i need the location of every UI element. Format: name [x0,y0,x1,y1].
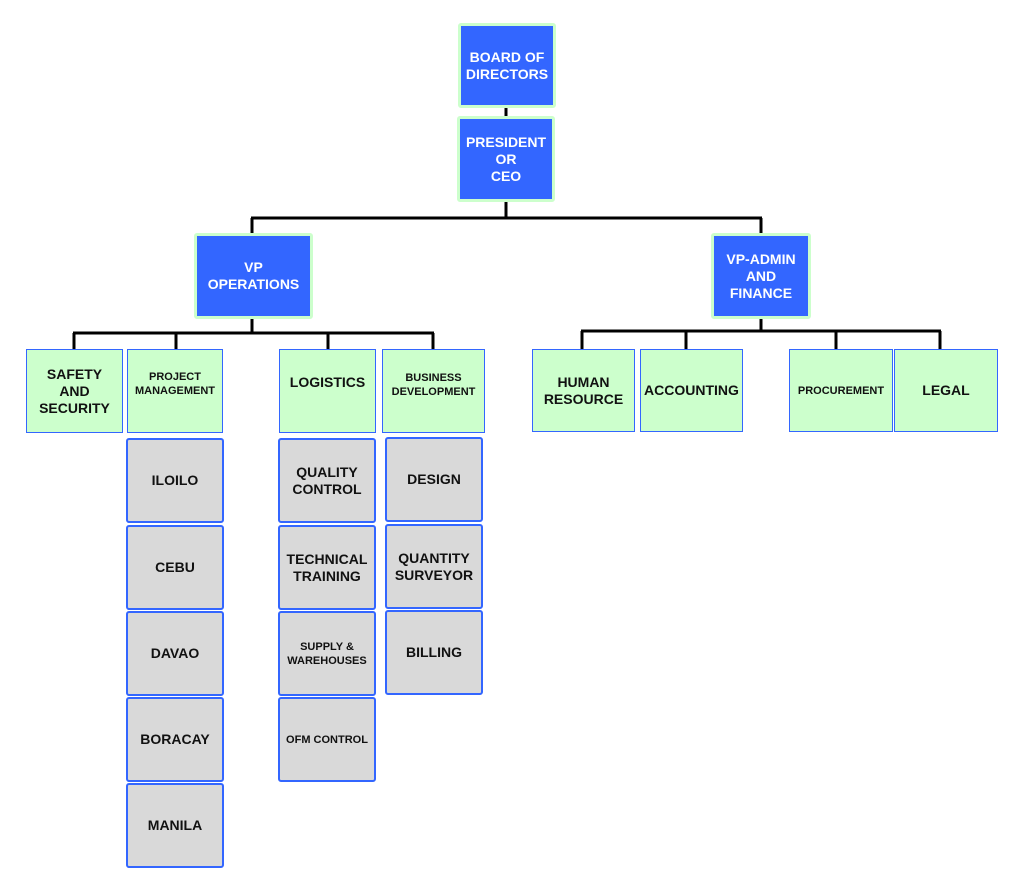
accounting-box: ACCOUNTING [640,349,743,432]
president-box: PRESIDENT OR CEO [457,116,555,202]
board-of-directors-box: BOARD OF DIRECTORS [458,23,556,108]
unit-iloilo: ILOILO [126,438,224,523]
unit-technical-training: TECHNICAL TRAINING [278,525,376,610]
legal-box: LEGAL [894,349,998,432]
unit-ofm-control: OFM CONTROL [278,697,376,782]
unit-billing: BILLING [385,610,483,695]
business-development-box: BUSINESS DEVELOPMENT [382,349,485,433]
procurement-box: PROCUREMENT [789,349,893,432]
unit-supply-warehouses: SUPPLY & WAREHOUSES [278,611,376,696]
unit-quantity-surveyor: QUANTITY SURVEYOR [385,524,483,609]
unit-design: DESIGN [385,437,483,522]
vp-admin-finance-box: VP-ADMIN AND FINANCE [711,233,811,319]
logistics-box: LOGISTICS [279,349,376,433]
unit-cebu: CEBU [126,525,224,610]
unit-davao: DAVAO [126,611,224,696]
project-management-box: PROJECT MANAGEMENT [127,349,223,433]
unit-manila: MANILA [126,783,224,868]
unit-boracay: BORACAY [126,697,224,782]
vp-operations-box: VP OPERATIONS [194,233,313,319]
unit-quality-control: QUALITY CONTROL [278,438,376,523]
safety-security-box: SAFETY AND SECURITY [26,349,123,433]
human-resource-box: HUMAN RESOURCE [532,349,635,432]
